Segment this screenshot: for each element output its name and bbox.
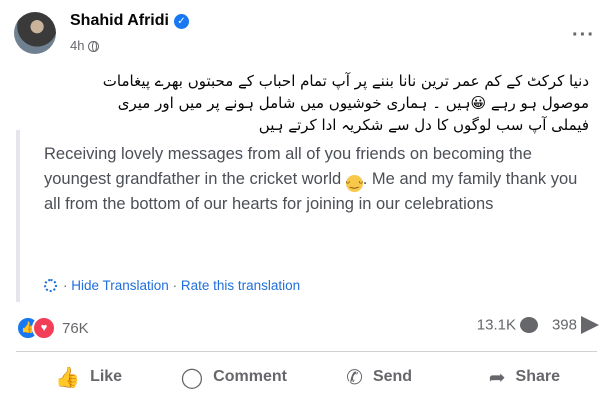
comment-label: Comment [213, 368, 287, 385]
translate-gear-icon[interactable] [44, 279, 57, 292]
translation-links: · Hide Translation · Rate this translati… [44, 278, 300, 293]
like-button[interactable]: 👍 Like [16, 356, 161, 398]
urdu-line: دنیا کرکٹ کے کم عمر ترین نانا بننے پر آپ… [102, 72, 589, 90]
urdu-line: موصول ہو رہے 😀ہیں ۔ ہماری خوشیوں میں شام… [117, 94, 589, 112]
author-name[interactable]: Shahid Afridi [70, 12, 169, 29]
thumbs-up-icon: 👍 [55, 366, 81, 389]
engagement-counts: 13.1K 398 [477, 316, 599, 335]
more-icon[interactable]: ··· [572, 24, 595, 47]
emoji-icon: ᵕ‿ᵕ [345, 175, 363, 192]
comment-count[interactable]: 13.1K [477, 317, 516, 334]
comment-icon [519, 317, 538, 334]
whatsapp-icon: ✆ [346, 366, 363, 389]
translation-text: Receiving lovely messages from all of yo… [44, 142, 592, 217]
love-reaction-icon: ♥ [32, 316, 56, 340]
share-label: Share [515, 368, 560, 385]
rate-translation-link[interactable]: Rate this translation [181, 278, 300, 293]
share-icon [581, 316, 599, 335]
author-avatar[interactable] [14, 12, 56, 54]
share-button[interactable]: ➦ Share [452, 356, 597, 398]
verified-icon: ✓ [173, 14, 189, 29]
like-label: Like [90, 368, 123, 385]
share-icon: ➦ [488, 366, 506, 389]
hide-translation-link[interactable]: Hide Translation [71, 278, 169, 293]
share-count[interactable]: 398 [552, 317, 577, 334]
author-name-row[interactable]: Shahid Afridi ✓ [70, 12, 189, 30]
reactions-summary[interactable]: 👍 ♥ 76K [16, 316, 89, 340]
send-button[interactable]: ✆ Send [307, 356, 452, 398]
separator: · [172, 278, 178, 293]
send-label: Send [372, 368, 413, 385]
post-meta: 4h [70, 38, 100, 53]
divider [16, 351, 597, 352]
translation-block: Receiving lovely messages from all of yo… [16, 130, 602, 302]
comment-icon: ◯ [180, 366, 204, 389]
reaction-count[interactable]: 76K [62, 320, 89, 337]
post-text-urdu: دنیا کرکٹ کے کم عمر ترین نانا بننے پر آپ… [19, 70, 589, 136]
comment-button[interactable]: ◯ Comment [161, 356, 306, 398]
globe-icon [88, 41, 100, 52]
separator: · [63, 278, 68, 293]
post-time[interactable]: 4h [70, 38, 84, 53]
action-bar: 👍 Like ◯ Comment ✆ Send ➦ Share [16, 356, 597, 398]
